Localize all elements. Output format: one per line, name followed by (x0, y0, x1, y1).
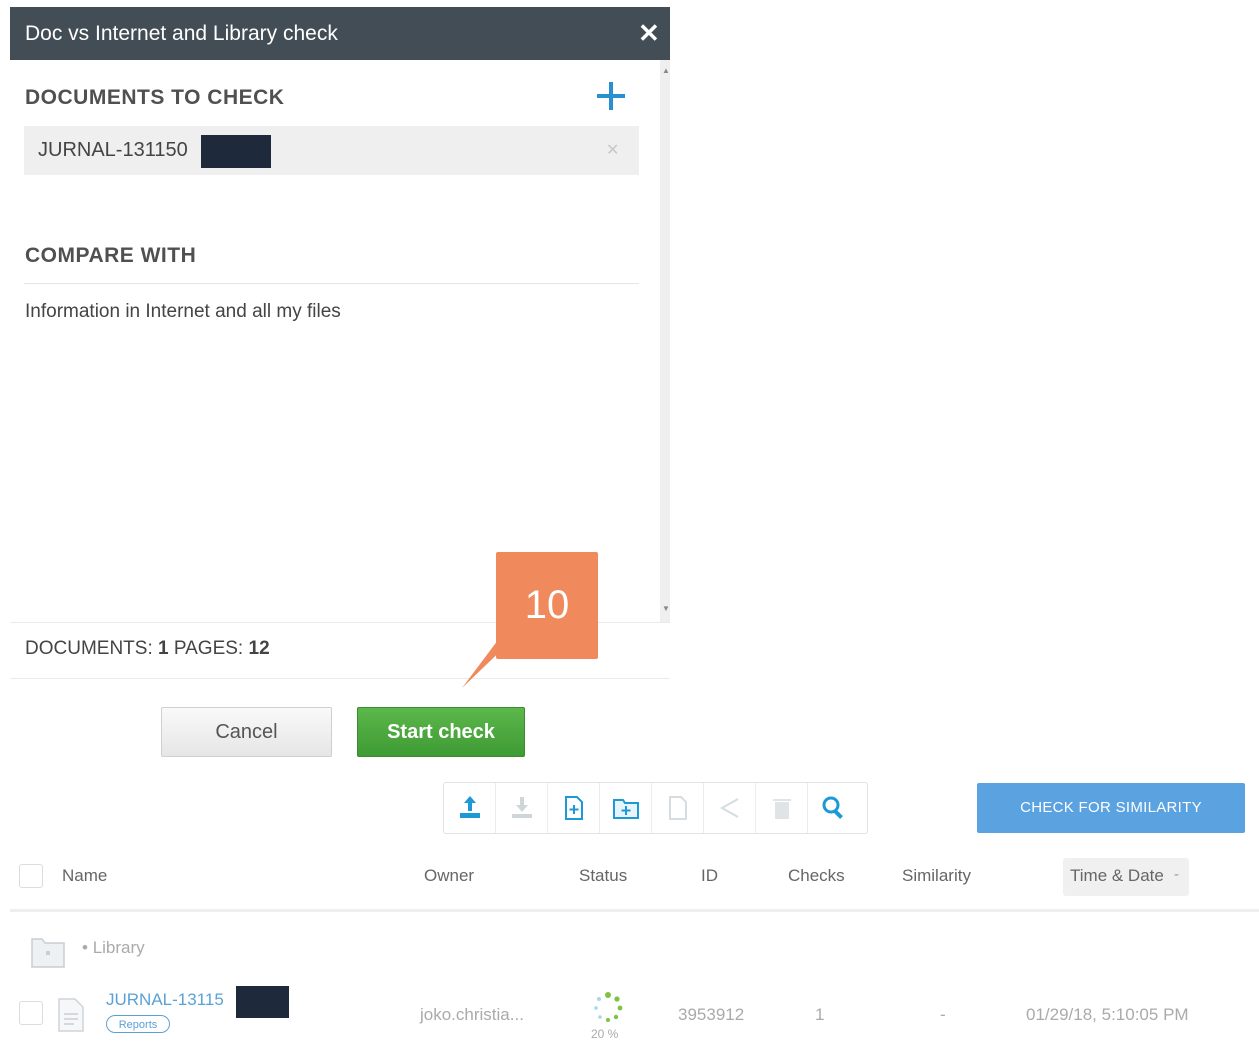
new-file-button[interactable] (548, 783, 600, 833)
compare-heading: COMPARE WITH (25, 244, 197, 267)
document-name: JURNAL-131150 (38, 139, 188, 161)
pages-label: PAGES: (173, 638, 244, 659)
new-folder-icon (612, 799, 639, 819)
compare-description: Information in Internet and all my files (25, 301, 341, 322)
download-icon (511, 797, 532, 818)
delete-button[interactable] (756, 783, 808, 833)
documents-count: 1 (158, 638, 169, 659)
search-icon (822, 796, 843, 819)
header-divider (10, 909, 1259, 912)
search-button[interactable] (808, 783, 860, 833)
scroll-down-icon[interactable]: ▼ (662, 604, 670, 613)
share-button[interactable] (704, 783, 756, 833)
similarity-cell: - (940, 1005, 946, 1024)
upload-icon (459, 796, 480, 818)
column-header-checks[interactable]: Checks (788, 866, 845, 886)
owner-cell: joko.christia... (420, 1005, 524, 1024)
cancel-button[interactable]: Cancel (161, 707, 332, 757)
new-folder-button[interactable] (600, 783, 652, 833)
callout-pointer (462, 640, 512, 688)
loading-spinner-icon (594, 992, 623, 1022)
file-button[interactable] (652, 783, 704, 833)
file-toolbar (443, 782, 868, 834)
id-cell: 3953912 (678, 1005, 745, 1024)
redaction-block (201, 135, 271, 168)
reports-badge[interactable]: Reports (106, 1015, 170, 1033)
column-header-status[interactable]: Status (579, 866, 627, 886)
divider (24, 283, 639, 284)
download-button[interactable] (496, 783, 548, 833)
file-icon (668, 796, 687, 820)
row-checkbox[interactable] (19, 1001, 43, 1025)
start-check-button[interactable]: Start check (357, 707, 525, 757)
dialog-title: Doc vs Internet and Library check (25, 22, 338, 45)
time-date-cell: 01/29/18, 5:10:05 PM (1026, 1005, 1189, 1024)
document-row: JURNAL-131150 ✕ (24, 126, 639, 175)
checks-cell: 1 (815, 1005, 825, 1024)
library-name: Library (92, 938, 145, 957)
remove-document-icon[interactable]: ✕ (606, 140, 619, 160)
document-link[interactable]: JURNAL-13115 (106, 990, 224, 1010)
bullet: • (82, 938, 88, 957)
documents-heading: DOCUMENTS TO CHECK (25, 86, 285, 109)
upload-button[interactable] (444, 783, 496, 833)
folder-icon (31, 938, 65, 968)
new-file-icon (564, 796, 583, 820)
share-icon (719, 798, 738, 818)
close-icon[interactable]: ✕ (638, 20, 660, 46)
column-header-time-date-label: Time & Date (1070, 866, 1164, 885)
column-header-name[interactable]: Name (62, 866, 107, 886)
sort-indicator-icon: - (1174, 866, 1179, 883)
document-icon (58, 998, 84, 1032)
divider (10, 678, 670, 679)
library-folder-label[interactable]: • Library (82, 938, 145, 958)
redaction-block (236, 986, 289, 1018)
column-header-owner[interactable]: Owner (424, 866, 474, 886)
documents-summary: DOCUMENTS: 1 PAGES: 12 (25, 638, 270, 660)
select-all-checkbox[interactable] (19, 864, 43, 888)
documents-label: DOCUMENTS: (25, 638, 153, 659)
dialog-header: Doc vs Internet and Library check ✕ (10, 7, 670, 60)
column-header-similarity[interactable]: Similarity (902, 866, 971, 886)
status-percent: 20 % (591, 1027, 619, 1041)
dialog-scrollbar[interactable] (660, 60, 670, 622)
pages-count: 12 (248, 638, 270, 659)
column-header-time-date[interactable]: Time & Date - (1063, 858, 1189, 896)
scroll-up-icon[interactable]: ▲ (662, 66, 670, 75)
column-header-id[interactable]: ID (701, 866, 718, 886)
check-for-similarity-button[interactable]: CHECK FOR SIMILARITY (977, 783, 1245, 833)
plus-icon[interactable] (594, 79, 628, 113)
trash-icon (772, 799, 791, 819)
